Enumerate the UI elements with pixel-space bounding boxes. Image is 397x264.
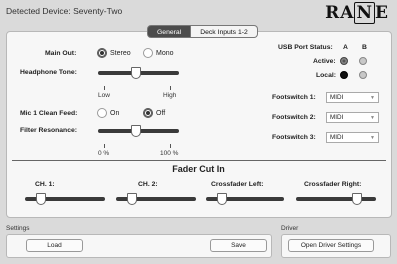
mic-clean-feed-on-text: On <box>110 109 120 117</box>
tab-bar: General Deck Inputs 1-2 <box>147 25 258 38</box>
main-out-stereo-text: Stereo <box>110 49 131 57</box>
mic-clean-feed-on-radio[interactable] <box>97 108 107 118</box>
mic-clean-feed-off-radio[interactable] <box>143 108 153 118</box>
footswitch-1-select[interactable]: MIDI ▼ <box>326 92 379 103</box>
ch2-fader-thumb[interactable] <box>127 193 137 205</box>
footswitch-2-value: MIDI <box>330 114 344 121</box>
footswitch-1-label: Footswitch 1: <box>272 94 316 101</box>
headphone-tone-high: High <box>163 92 177 99</box>
mic-clean-feed-label: Mic 1 Clean Feed: <box>20 110 78 117</box>
usb-local-b-led <box>359 71 367 79</box>
chevron-down-icon: ▼ <box>370 115 375 121</box>
tab-general[interactable]: General <box>147 25 192 38</box>
usb-active-b-led <box>359 57 367 65</box>
headphone-tone-tick-low <box>104 86 105 90</box>
ch1-fader-thumb[interactable] <box>36 193 46 205</box>
mic-clean-feed-off-option[interactable]: Off <box>143 108 165 118</box>
chevron-down-icon: ▼ <box>370 135 375 141</box>
mic-clean-feed-on-option[interactable]: On <box>97 108 119 118</box>
footswitch-3-label: Footswitch 3: <box>272 134 316 141</box>
headphone-tone-thumb[interactable] <box>131 67 141 79</box>
usb-col-a: A <box>343 44 348 51</box>
headphone-tone-tick-high <box>170 86 171 90</box>
main-out-stereo-option[interactable]: Stereo <box>97 48 131 58</box>
main-out-stereo-radio[interactable] <box>97 48 107 58</box>
headphone-tone-label: Headphone Tone: <box>20 69 77 76</box>
fader-section-divider <box>12 160 386 161</box>
mic-clean-feed-off-text: Off <box>156 109 166 117</box>
headphone-tone-low: Low <box>98 92 110 99</box>
main-out-mono-text: Mono <box>156 49 174 57</box>
usb-local-label: Local: <box>316 72 337 79</box>
save-button[interactable]: Save <box>210 239 267 252</box>
detected-device-label: Detected Device: Seventy-Two <box>6 6 123 16</box>
filter-resonance-label: Filter Resonance: <box>20 127 78 134</box>
usb-col-b: B <box>362 44 367 51</box>
footswitch-2-select[interactable]: MIDI ▼ <box>326 112 379 123</box>
load-button[interactable]: Load <box>26 239 83 252</box>
chevron-down-icon: ▼ <box>370 95 375 101</box>
ch2-label: CH. 2: <box>138 181 158 188</box>
ch1-label: CH. 1: <box>35 181 55 188</box>
driver-group-label: Driver <box>281 225 299 232</box>
crossfader-right-track[interactable] <box>296 197 376 201</box>
footswitch-1-value: MIDI <box>330 94 344 101</box>
filter-resonance-min: 0 % <box>98 150 110 157</box>
main-out-label: Main Out: <box>45 50 77 57</box>
filter-resonance-max: 100 % <box>160 150 179 157</box>
main-out-mono-option[interactable]: Mono <box>143 48 174 58</box>
filter-resonance-thumb[interactable] <box>131 125 141 137</box>
fader-cut-in-title: Fader Cut In <box>172 164 225 174</box>
open-driver-settings-button[interactable]: Open Driver Settings <box>288 239 374 252</box>
rane-logo: RA N E <box>325 2 389 24</box>
crossfader-left-thumb[interactable] <box>217 193 227 205</box>
tab-deck-inputs[interactable]: Deck Inputs 1-2 <box>191 25 258 38</box>
footswitch-2-label: Footswitch 2: <box>272 114 316 121</box>
crossfader-left-label: Crossfader Left: <box>211 181 264 188</box>
crossfader-right-thumb[interactable] <box>352 193 362 205</box>
usb-port-status-label: USB Port Status: <box>278 44 333 51</box>
usb-active-label: Active: <box>313 58 336 65</box>
filter-resonance-tick-max <box>170 144 171 148</box>
footswitch-3-value: MIDI <box>330 134 344 141</box>
usb-active-a-led <box>340 57 348 65</box>
filter-resonance-tick-min <box>104 144 105 148</box>
usb-local-a-led <box>340 71 348 79</box>
main-out-mono-radio[interactable] <box>143 48 153 58</box>
crossfader-right-label: Crossfader Right: <box>304 181 362 188</box>
settings-group-label: Settings <box>6 225 30 232</box>
footswitch-3-select[interactable]: MIDI ▼ <box>326 132 379 143</box>
